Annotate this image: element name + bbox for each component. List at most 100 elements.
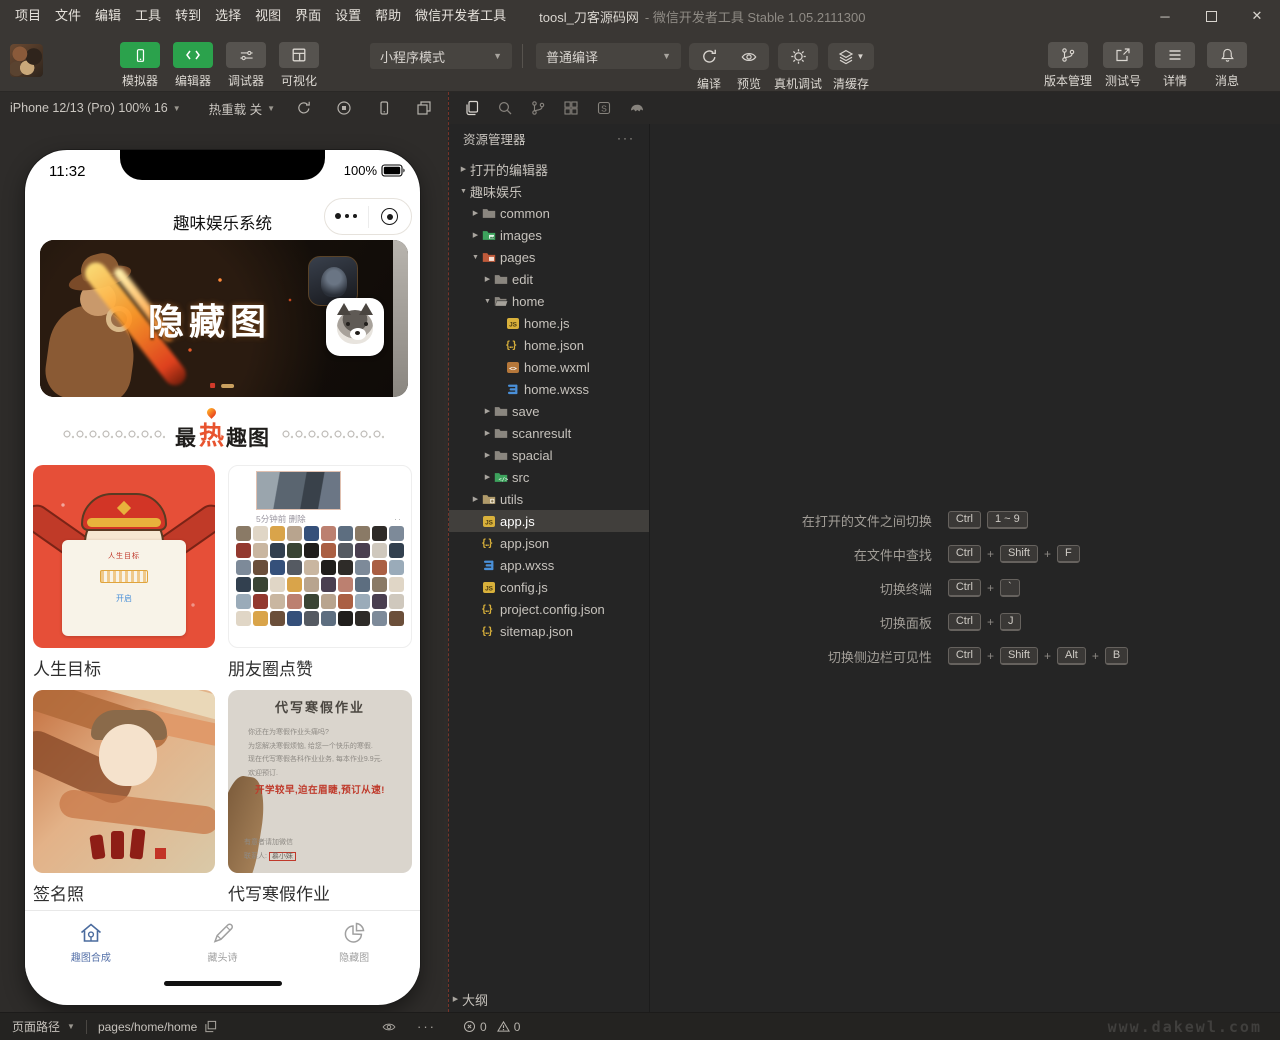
problems-summary[interactable]: 0 0	[448, 1020, 648, 1034]
preview-label: 预览	[736, 77, 762, 91]
search-icon[interactable]	[497, 100, 513, 116]
copy-icon[interactable]	[204, 1020, 217, 1033]
minimize-button[interactable]: ─	[1142, 0, 1188, 32]
menu-item-9[interactable]: 帮助	[368, 0, 408, 32]
capsule-menu	[324, 198, 412, 235]
avatar-thumb	[389, 543, 404, 558]
chevron-down-icon[interactable]: ▼	[67, 1022, 75, 1031]
eye-icon[interactable]	[381, 1020, 397, 1034]
battery-icon	[381, 164, 405, 177]
page-path-label[interactable]: 页面路径	[12, 1018, 60, 1035]
layers-icon	[838, 49, 853, 64]
menu-item-7[interactable]: 界面	[288, 0, 328, 32]
avatar-thumb	[355, 594, 370, 609]
tree-item-打开的编辑器[interactable]: ▶ 打开的编辑器	[449, 158, 649, 180]
tree-item-scanresult[interactable]: ▶ scanresult	[449, 422, 649, 444]
close-button[interactable]: ✕	[1234, 0, 1280, 32]
menu-item-0[interactable]: 项目	[8, 0, 48, 32]
menu-item-1[interactable]: 文件	[48, 0, 88, 32]
banner-carousel[interactable]: 隐藏图	[40, 240, 408, 397]
tree-item-utils[interactable]: ▶ utils	[449, 488, 649, 510]
external-button[interactable]: 测试号	[1102, 42, 1144, 89]
action-label: 消息	[1215, 74, 1240, 88]
tree-item-home.wxml[interactable]: <> home.wxml	[449, 356, 649, 378]
details-button[interactable]: 详情	[1154, 42, 1196, 89]
compile-button[interactable]	[689, 43, 729, 70]
tree-item-home[interactable]: ▼ home	[449, 290, 649, 312]
snippets-icon[interactable]: S	[596, 100, 612, 116]
menu-item-8[interactable]: 设置	[328, 0, 368, 32]
files-icon[interactable]	[464, 100, 480, 116]
compile-select[interactable]: 普通编译 ▼	[536, 43, 681, 69]
tree-item-images[interactable]: ▶ images	[449, 224, 649, 246]
panel-toggle-phone[interactable]: 模拟器	[118, 42, 162, 89]
menu-item-5[interactable]: 选择	[208, 0, 248, 32]
multi-window-icon[interactable]	[416, 100, 432, 116]
clear-cache-button[interactable]: ▼	[828, 43, 874, 70]
tree-item-spacial[interactable]: ▶ spacial	[449, 444, 649, 466]
tree-item-app.js[interactable]: JS app.js	[449, 510, 649, 532]
preview-button[interactable]	[729, 43, 769, 70]
tree-item-project.config.json[interactable]: {..} project.config.json	[449, 598, 649, 620]
tree-item-home.wxss[interactable]: home.wxss	[449, 378, 649, 400]
error-icon	[463, 1020, 476, 1033]
chevron-right-icon: ▶	[484, 474, 491, 481]
tree-item-趣味娱乐[interactable]: ▼ 趣味娱乐	[449, 180, 649, 202]
user-avatar[interactable]	[10, 44, 43, 77]
restart-icon[interactable]	[296, 100, 312, 116]
tree-item-pages[interactable]: ▼ pages	[449, 246, 649, 268]
device-debug-button[interactable]	[778, 43, 818, 70]
bell-button[interactable]: 消息	[1206, 42, 1248, 89]
shortcut-label: 切换面板	[879, 615, 932, 631]
tree-item-app.wxss[interactable]: app.wxss	[449, 554, 649, 576]
git-branch-icon[interactable]	[530, 100, 546, 116]
tree-item-home.json[interactable]: {..} home.json	[449, 334, 649, 356]
tree-item-save[interactable]: ▶ save	[449, 400, 649, 422]
avatar-thumb	[338, 560, 353, 575]
explorer-panel: 资源管理器 ··· ▶ 打开的编辑器 ▼ 趣味娱乐 ▶ common ▶ images ▼ pag…	[449, 124, 649, 1012]
menu-item-3[interactable]: 工具	[128, 0, 168, 32]
svg-text:JS: JS	[509, 321, 518, 328]
panel-toggle-sliders[interactable]: 调试器	[224, 42, 268, 89]
card-moments-likes[interactable]: 5分钟前 删除 ·· 朋友圈点赞	[228, 465, 412, 680]
page-path-value: pages/home/home	[97, 1019, 198, 1034]
tree-item-label: common	[500, 205, 550, 221]
tab-藏头诗[interactable]: 藏头诗	[157, 911, 289, 976]
plugin-whale-icon[interactable]	[629, 100, 645, 116]
card-life-goal[interactable]: 人生目标 开启 人生目标	[33, 465, 215, 680]
tab-趣图合成[interactable]: 趣图合成	[25, 911, 157, 976]
folder-src-icon: </>	[494, 471, 512, 484]
card-homework[interactable]: 代写寒假作业 你还在为寒假作业头痛吗? 为您解决寒假烦恼, 给您一个快乐的寒假.…	[228, 690, 412, 905]
menu-item-2[interactable]: 编辑	[88, 0, 128, 32]
tree-item-config.js[interactable]: JS config.js	[449, 576, 649, 598]
tree-item-sitemap.json[interactable]: {..} sitemap.json	[449, 620, 649, 642]
panel-toggle-code[interactable]: 编辑器	[171, 42, 215, 89]
more-options-button[interactable]: ···	[417, 1019, 436, 1034]
shortcut-label: 切换终端	[879, 581, 932, 597]
avatar-thumb	[270, 594, 285, 609]
extensions-icon[interactable]	[563, 100, 579, 116]
menu-item-6[interactable]: 视图	[248, 0, 288, 32]
toolbar-separator	[522, 44, 523, 68]
card-signature-photo[interactable]: 签名照	[33, 690, 215, 905]
tree-item-home.js[interactable]: JS home.js	[449, 312, 649, 334]
device-frame-icon[interactable]	[376, 100, 392, 116]
branch-button[interactable]: 版本管理	[1044, 42, 1092, 89]
outline-section[interactable]: ▶ 大纲	[449, 988, 649, 1010]
tree-item-common[interactable]: ▶ common	[449, 202, 649, 224]
panel-toggle-layout[interactable]: 可视化	[277, 42, 321, 89]
tree-item-edit[interactable]: ▶ edit	[449, 268, 649, 290]
menu-item-10[interactable]: 微信开发者工具	[408, 0, 513, 32]
tree-item-app.json[interactable]: {..} app.json	[449, 532, 649, 554]
more-button[interactable]	[325, 213, 368, 219]
device-select[interactable]: iPhone 12/13 (Pro) 100% 16 ▼	[10, 101, 181, 115]
explorer-more-button[interactable]: ···	[617, 131, 635, 145]
screenshot-icon[interactable]	[336, 100, 352, 116]
mode-select[interactable]: 小程序模式 ▼	[370, 43, 512, 69]
exit-button[interactable]	[369, 208, 412, 225]
maximize-button[interactable]	[1188, 0, 1234, 32]
menu-item-4[interactable]: 转到	[168, 0, 208, 32]
hot-reload-toggle[interactable]: 热重载 关 ▼	[209, 99, 275, 118]
tree-item-src[interactable]: ▶ </> src	[449, 466, 649, 488]
tab-隐藏图[interactable]: 隐藏图	[288, 911, 420, 976]
